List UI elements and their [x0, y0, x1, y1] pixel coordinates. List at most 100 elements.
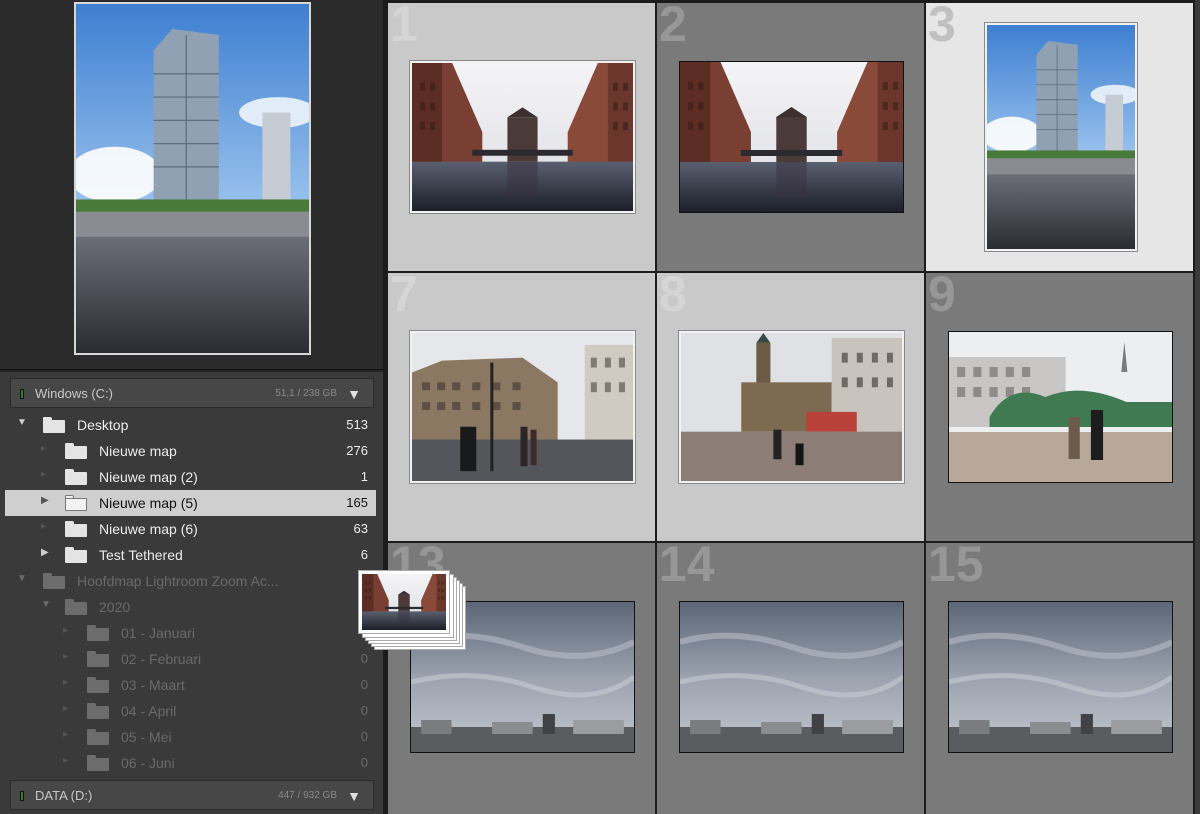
folder-icon: [65, 495, 87, 511]
cell-index: 1: [390, 0, 418, 52]
volume-name: Windows (C:): [35, 386, 114, 401]
folder-count: 1: [360, 469, 368, 484]
folder-maart[interactable]: ▸ 03 - Maart 0: [5, 672, 376, 698]
folder-count: 165: [346, 495, 368, 510]
volume-status-icon: [20, 389, 24, 399]
left-panel: Windows (C:) 51,1 / 238 GB ▼ ▼ Desktop 5…: [0, 0, 383, 814]
triangle-collapsed-icon[interactable]: ▸: [41, 469, 46, 480]
triangle-down-icon[interactable]: ▼: [347, 386, 361, 402]
folder-icon: [65, 599, 87, 615]
photo-thumbnail[interactable]: [679, 331, 904, 483]
cell-index: 15: [928, 536, 984, 592]
triangle-collapsed-icon[interactable]: ▸: [41, 443, 46, 454]
folder-label: 06 - Juni: [121, 755, 175, 771]
triangle-collapsed-icon[interactable]: ▸: [41, 521, 46, 532]
folder-januari[interactable]: ▸ 01 - Januari 0: [5, 620, 376, 646]
folder-april[interactable]: ▸ 04 - April 0: [5, 698, 376, 724]
folder-icon: [87, 703, 109, 719]
grid-cell[interactable]: 9: [926, 269, 1193, 541]
volume-size: 447 / 932 GB: [278, 790, 337, 801]
grid-cell-selected[interactable]: 3: [926, 0, 1193, 271]
folder-label: Test Tethered: [99, 547, 183, 563]
photo-thumbnail[interactable]: [410, 61, 635, 213]
photo-thumbnail[interactable]: [948, 331, 1173, 483]
triangle-collapsed-icon[interactable]: ▸: [63, 625, 68, 636]
folder-hoofdmap[interactable]: ▼ Hoofdmap Lightroom Zoom Ac...: [5, 568, 376, 594]
triangle-expanded-icon[interactable]: ▼: [17, 417, 27, 428]
folder-count: 0: [360, 729, 368, 744]
triangle-expanded-icon[interactable]: ▼: [17, 573, 27, 584]
folder-label: Nieuwe map: [99, 443, 177, 459]
folder-label: 05 - Mei: [121, 729, 172, 745]
triangle-expanded-icon[interactable]: ▼: [41, 599, 51, 610]
folder-februari[interactable]: ▸ 02 - Februari 0: [5, 646, 376, 672]
folder-nieuwe-map-2[interactable]: ▸ Nieuwe map (2) 1: [5, 464, 376, 490]
triangle-collapsed-icon[interactable]: ▸: [63, 677, 68, 688]
triangle-collapsed-icon[interactable]: ▶: [41, 495, 49, 506]
grid-cell[interactable]: 15: [926, 539, 1193, 814]
folder-desktop[interactable]: ▼ Desktop 513: [5, 412, 376, 438]
folder-test-tethered[interactable]: ▶ Test Tethered 6: [5, 542, 376, 568]
triangle-down-icon[interactable]: ▼: [347, 788, 361, 804]
triangle-collapsed-icon[interactable]: ▸: [63, 729, 68, 740]
folder-icon: [87, 625, 109, 641]
volume-windows-c[interactable]: Windows (C:) 51,1 / 238 GB ▼: [10, 378, 374, 408]
grid-cell[interactable]: 14: [657, 539, 924, 814]
folder-label: 2020: [99, 599, 131, 615]
folder-label: Nieuwe map (6): [99, 521, 198, 537]
volume-size: 51,1 / 238 GB: [275, 388, 337, 399]
folder-icon: [65, 547, 87, 563]
photo-thumbnail[interactable]: [985, 23, 1137, 251]
folder-label: 04 - April: [121, 703, 177, 719]
drag-photo-stack[interactable]: [358, 568, 474, 660]
folder-mei[interactable]: ▸ 05 - Mei 0: [5, 724, 376, 750]
triangle-collapsed-icon[interactable]: ▸: [63, 651, 68, 662]
cell-index: 14: [659, 536, 715, 592]
folder-nieuwe-map-5[interactable]: ▶ Nieuwe map (5) 165: [5, 490, 376, 516]
grid-cell[interactable]: 1: [388, 0, 655, 271]
photo-thumbnail[interactable]: [410, 331, 635, 483]
stack-card-top: [358, 570, 450, 634]
lightroom-library-window: Windows (C:) 51,1 / 238 GB ▼ ▼ Desktop 5…: [0, 0, 1200, 814]
grid-cell[interactable]: 2: [657, 0, 924, 271]
folder-count: 513: [346, 417, 368, 432]
folder-count: 6: [360, 547, 368, 562]
folder-label: 02 - Februari: [121, 651, 202, 667]
cell-index: 2: [659, 0, 687, 52]
volume-status-icon: [20, 791, 24, 801]
grid-cell[interactable]: 7: [388, 269, 655, 541]
folder-2020[interactable]: ▼ 2020: [5, 594, 376, 620]
grid-cell[interactable]: 8: [657, 269, 924, 541]
cell-index: 7: [390, 266, 418, 322]
navigator-preview-image[interactable]: [74, 2, 311, 355]
folder-count: 276: [346, 443, 368, 458]
folder-label: 03 - Maart: [121, 677, 185, 693]
folder-icon: [87, 651, 109, 667]
volume-data-d[interactable]: DATA (D:) 447 / 932 GB ▼: [10, 780, 374, 810]
photo-thumbnail[interactable]: [679, 61, 904, 213]
drag-photo-preview: [362, 574, 446, 630]
folder-label: Nieuwe map (5): [99, 495, 198, 511]
folder-label: 01 - Januari: [121, 625, 195, 641]
cell-index: 3: [928, 0, 956, 52]
folder-count: 0: [360, 703, 368, 718]
folder-nieuwe-map[interactable]: ▸ Nieuwe map 276: [5, 438, 376, 464]
folder-label: Nieuwe map (2): [99, 469, 198, 485]
folder-icon: [43, 417, 65, 433]
folders-panel: Windows (C:) 51,1 / 238 GB ▼ ▼ Desktop 5…: [0, 372, 383, 814]
folder-count: 0: [360, 677, 368, 692]
folder-icon: [65, 443, 87, 459]
photo-thumbnail[interactable]: [679, 601, 904, 753]
triangle-collapsed-icon[interactable]: ▶: [41, 547, 49, 558]
folder-juni[interactable]: ▸ 06 - Juni 0: [5, 750, 376, 776]
folder-icon: [87, 729, 109, 745]
folder-nieuwe-map-6[interactable]: ▸ Nieuwe map (6) 63: [5, 516, 376, 542]
photo-thumbnail[interactable]: [948, 601, 1173, 753]
folder-icon: [87, 755, 109, 771]
grid-scrollbar[interactable]: [1195, 0, 1200, 814]
folder-icon: [87, 677, 109, 693]
folder-icon: [65, 521, 87, 537]
triangle-collapsed-icon[interactable]: ▸: [63, 755, 68, 766]
library-grid: 1 2 3 7 8 9 13 14 15: [388, 0, 1200, 814]
triangle-collapsed-icon[interactable]: ▸: [63, 703, 68, 714]
